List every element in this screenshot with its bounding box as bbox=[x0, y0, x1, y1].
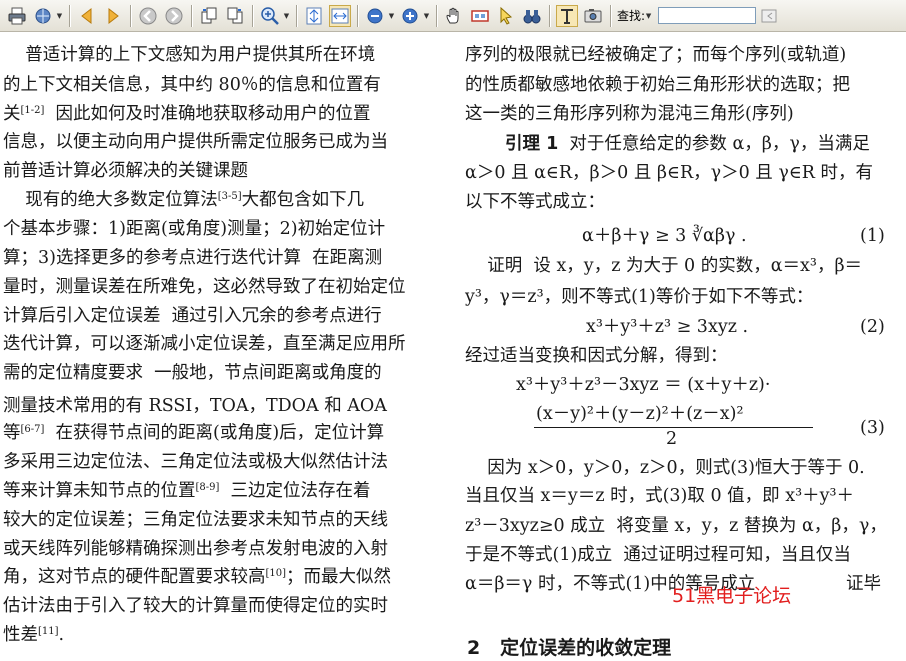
lemma-line: 引理 1 对于任意给定的参数 α，β，γ，当满足 bbox=[505, 134, 870, 154]
email-dropdown-icon[interactable]: ▼ bbox=[56, 5, 63, 27]
citation: [6-7] bbox=[20, 424, 45, 435]
dock-icon[interactable] bbox=[758, 5, 780, 27]
left-text-line: 的上下文相关信息，其中约 80％的信息和位置有 bbox=[3, 75, 381, 95]
qed-label: 证毕 bbox=[846, 574, 881, 594]
find-label: 查找: bbox=[617, 9, 646, 23]
toolbar-separator bbox=[549, 4, 550, 27]
back-icon[interactable] bbox=[137, 5, 159, 27]
left-text-line: 迭代计算，可以逐渐减小定位误差，直至满足应用所 bbox=[3, 334, 406, 354]
right-text-line: 经过适当变换和因式分解，得到： bbox=[465, 346, 728, 366]
left-text-line: 等来计算未知节点的位置[8-9] 三边定位法存在着 bbox=[3, 481, 371, 501]
email-icon[interactable] bbox=[32, 5, 54, 27]
left-text-line: 多采用三边定位法、三角定位法或极大似然估计法 bbox=[3, 452, 388, 472]
toolbar-separator bbox=[130, 4, 131, 27]
left-text-line: 普适计算的上下文感知为用户提供其所在环境 bbox=[3, 45, 376, 65]
toolbar-separator bbox=[436, 4, 437, 27]
left-text-line: 计算后引入定位误差 通过引入冗余的参考点进行 bbox=[3, 306, 382, 326]
binoculars-icon[interactable] bbox=[521, 5, 543, 27]
left-text-line: 角，这对节点的硬件配置要求较高[10]；而最大似然 bbox=[3, 567, 392, 587]
left-text-line: 前普适计算必须解决的关键课题 bbox=[3, 161, 248, 181]
citation: [3-5] bbox=[217, 191, 242, 202]
right-text-line: 于是不等式(1)成立 通过证明过程可知，当且仅当 bbox=[465, 545, 851, 565]
equation-3-lhs: x³＋y³＋z³－3xyz ＝ (x＋y＋z)· bbox=[516, 375, 771, 395]
citation: [10] bbox=[265, 568, 287, 579]
zoom-out-dropdown-icon[interactable]: ▼ bbox=[388, 5, 395, 27]
left-text-line: 或天线阵列能够精确探测出参考点发射电波的入射 bbox=[3, 539, 388, 559]
next-page-icon[interactable] bbox=[102, 5, 124, 27]
right-text-line: 证明 设 x，y，z 为大于 0 的实数，α＝x³，β＝ bbox=[465, 256, 863, 276]
lemma-title: 引理 1 bbox=[505, 134, 559, 154]
equation-number: (1) bbox=[860, 226, 885, 246]
right-text-line: 因为 x＞0，y＞0，z＞0，则式(3)恒大于等于 0. bbox=[465, 458, 865, 478]
fraction-bar bbox=[534, 427, 813, 428]
equation-number: (2) bbox=[860, 317, 885, 337]
left-text-line: 关[1-2] 因此如何及时准确地获取移动用户的位置 bbox=[3, 104, 371, 124]
right-text-line: α＞0 且 α∈R，β＞0 且 β∈R，γ＞0 且 γ∈R 时，有 bbox=[465, 163, 874, 183]
right-text-line: 当且仅当 x＝y＝z 时，式(3)取 0 值，即 x³＋y³＋ bbox=[465, 486, 854, 506]
snapshot-icon[interactable] bbox=[582, 5, 604, 27]
right-text-line: 的性质都敏感地依赖于初始三角形形状的选取；把 bbox=[465, 75, 850, 95]
find-input[interactable] bbox=[658, 7, 757, 24]
citation: [1-2] bbox=[20, 105, 45, 116]
left-text-line: 测量技术常用的有 RSSI，TOA，TDOA 和 AOA bbox=[3, 396, 387, 416]
watermark: 51黑电子论坛 bbox=[672, 585, 792, 607]
right-text-line: 序列的极限就已经被确定了；而每个序列(或轨道) bbox=[465, 45, 847, 65]
left-text-line: 需的定位精度要求 一般地，节点间距离或角度的 bbox=[3, 363, 382, 383]
left-text-line: 现有的绝大多数定位算法[3-5]大都包含如下几 bbox=[3, 190, 365, 210]
left-text-line: 性差[11]. bbox=[3, 625, 65, 645]
right-text-line: y³，γ＝z³，则不等式(1)等价于如下不等式： bbox=[465, 287, 814, 307]
right-text-line: 以下不等式成立： bbox=[465, 192, 605, 212]
rotate-counter-icon[interactable] bbox=[224, 5, 246, 27]
forward-icon[interactable] bbox=[163, 5, 185, 27]
left-text-line: 量时，测量误差在所难免，这必然导致了在初始定位 bbox=[3, 277, 406, 297]
toolbar-separator bbox=[191, 4, 192, 27]
equation-2: x³＋y³＋z³ ≥ 3xyz . bbox=[586, 317, 749, 337]
select-arrow-icon[interactable] bbox=[495, 5, 517, 27]
citation: [11] bbox=[38, 626, 59, 637]
toolbar-separator bbox=[357, 4, 358, 27]
fit-page-icon[interactable] bbox=[303, 5, 325, 27]
zoom-in-button[interactable] bbox=[399, 5, 421, 27]
rotate-icon[interactable] bbox=[198, 5, 220, 27]
right-text-line: 这一类的三角形序列称为混沌三角形(序列) bbox=[465, 104, 794, 124]
prev-page-icon[interactable] bbox=[76, 5, 98, 27]
toolbar-separator bbox=[252, 4, 253, 27]
loupe-icon[interactable] bbox=[469, 5, 491, 27]
zoom-out-button[interactable] bbox=[364, 5, 386, 27]
fit-width-icon[interactable] bbox=[329, 4, 351, 27]
toolbar-separator bbox=[610, 4, 611, 27]
toolbar: ▼ ▼ ▼ ▼ 查找: ▼ bbox=[0, 0, 906, 32]
toolbar-separator bbox=[296, 4, 297, 27]
print-icon[interactable] bbox=[6, 5, 28, 27]
equation-3-numerator: (x－y)²＋(y－z)²＋(z－x)² bbox=[536, 404, 744, 424]
equation-3-denominator: 2 bbox=[666, 429, 678, 449]
left-text-line: 算；3)选择更多的参考点进行迭代计算 在距离测 bbox=[3, 248, 383, 268]
right-text-line: z³－3xyz≥0 成立 将变量 x，y，z 替换为 α，β，γ， bbox=[465, 516, 887, 536]
left-text-line: 估计法由于引入了较大的计算量而使得定位的实时 bbox=[3, 596, 388, 616]
toolbar-separator bbox=[69, 4, 70, 27]
equation-1: α＋β＋γ ≥ 3 ∛αβγ . bbox=[582, 226, 747, 246]
equation-number: (3) bbox=[860, 418, 885, 438]
left-text-line: 信息，以便主动向用户提供所需定位服务已成为当 bbox=[3, 132, 388, 152]
zoom-in-icon[interactable] bbox=[259, 5, 281, 27]
hand-tool-icon[interactable] bbox=[443, 5, 465, 27]
citation: [8-9] bbox=[195, 482, 220, 493]
left-text-line: 个基本步骤：1)距离(或角度)测量；2)初始定位计 bbox=[3, 219, 386, 239]
section-heading: 2 定位误差的收敛定理 bbox=[467, 637, 672, 659]
left-text-line: 较大的定位误差；三角定位法要求未知节点的天线 bbox=[3, 510, 388, 530]
zoom-dropdown-icon[interactable]: ▼ bbox=[283, 5, 290, 27]
left-text-line: 等[6-7] 在获得节点间的距离(或角度)后，定位计算 bbox=[3, 423, 385, 443]
zoom-in-dropdown-icon[interactable]: ▼ bbox=[423, 5, 430, 27]
document-page: 普适计算的上下文感知为用户提供其所在环境 的上下文相关信息，其中约 80％的信息… bbox=[0, 32, 906, 661]
text-select-icon[interactable] bbox=[556, 4, 578, 27]
find-options-icon[interactable]: ▼ bbox=[645, 5, 652, 27]
